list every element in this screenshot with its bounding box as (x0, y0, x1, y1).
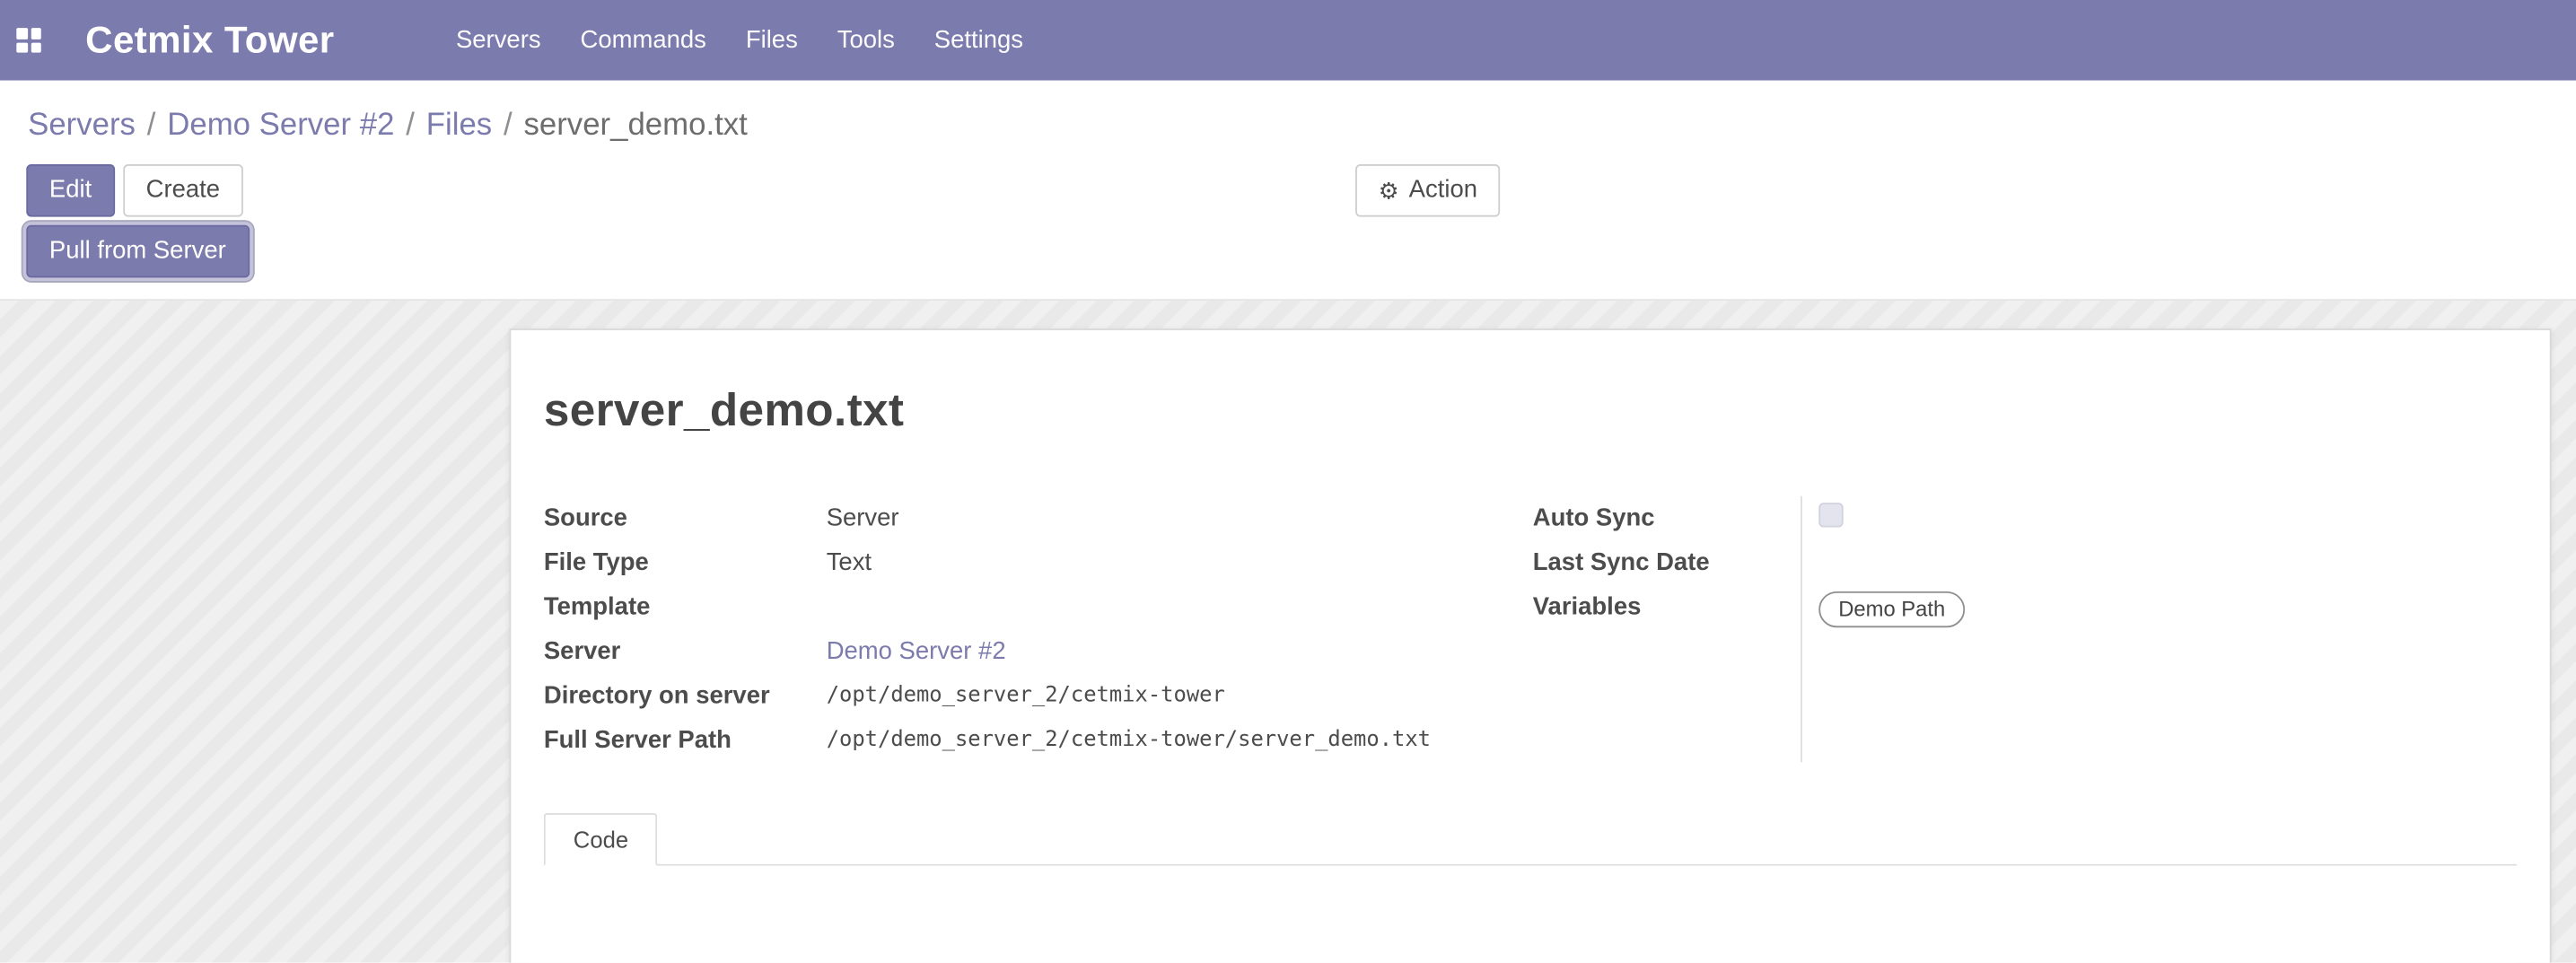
field-label: Template (544, 585, 827, 629)
field-value: Server (827, 496, 899, 540)
breadcrumb: Servers/Demo Server #2/Files/server_demo… (0, 81, 2576, 146)
right-values-column: Demo Path (1801, 496, 2517, 763)
record-title: server_demo.txt (544, 384, 2517, 437)
breadcrumb-current: server_demo.txt (523, 109, 747, 143)
menu-tools[interactable]: Tools (818, 0, 915, 81)
breadcrumb-separator: / (136, 109, 167, 143)
tab-code[interactable]: Code (544, 813, 658, 866)
field-label: Server (544, 629, 827, 673)
field-template: Template (544, 585, 1533, 629)
top-navbar: Cetmix Tower Servers Commands Files Tool… (0, 0, 2576, 81)
auto-sync-checkbox[interactable] (1818, 503, 1843, 527)
field-label: Variables (1533, 585, 1801, 629)
breadcrumb-demo-server[interactable]: Demo Server #2 (167, 109, 394, 143)
form-view-background: server_demo.txt Source Server File Type … (0, 299, 2576, 962)
field-value: /opt/demo_server_2/cetmix-tower (827, 673, 1225, 717)
field-file-type: File Type Text (544, 540, 1533, 584)
menu-files[interactable]: Files (726, 0, 818, 81)
variable-tag: Demo Path (1818, 591, 1965, 627)
field-directory-on-server: Directory on server /opt/demo_server_2/c… (544, 673, 1533, 717)
apps-icon-square (31, 42, 41, 53)
app-title: Cetmix Tower (85, 18, 334, 62)
form-sheet: server_demo.txt Source Server File Type … (509, 328, 2551, 963)
menu-servers[interactable]: Servers (436, 0, 561, 81)
pull-from-server-button[interactable]: Pull from Server (26, 225, 249, 278)
gear-icon: ⚙ (1379, 179, 1399, 203)
breadcrumb-servers[interactable]: Servers (28, 109, 136, 143)
field-label: Auto Sync (1533, 496, 1801, 540)
breadcrumb-separator: / (492, 109, 523, 143)
menu-settings[interactable]: Settings (915, 0, 1043, 81)
menu-commands[interactable]: Commands (561, 0, 726, 81)
field-server: Server Demo Server #2 (544, 629, 1533, 673)
app-window: Cetmix Tower Servers Commands Files Tool… (0, 0, 2576, 963)
apps-menu-icon[interactable] (16, 28, 40, 52)
field-last-sync-date-value (1818, 540, 2517, 584)
apps-icon-square (16, 42, 27, 53)
field-value: Text (827, 540, 872, 584)
action-button-label: Action (1409, 174, 1477, 207)
server-link[interactable]: Demo Server #2 (827, 629, 1006, 673)
field-label: Full Server Path (544, 718, 827, 762)
field-label: Source (544, 496, 827, 540)
button-row: Edit Create ⚙ Action (0, 146, 2576, 217)
field-label: Directory on server (544, 673, 827, 717)
field-value: /opt/demo_server_2/cetmix-tower/server_d… (827, 718, 1431, 762)
edit-button[interactable]: Edit (26, 164, 115, 217)
control-panel: Servers/Demo Server #2/Files/server_demo… (0, 81, 2576, 299)
code-tab-content (544, 866, 2517, 963)
field-groups: Source Server File Type Text Template Se… (544, 496, 2517, 763)
apps-icon-square (16, 28, 27, 39)
header-buttons-bar: Pull from Server (0, 217, 2576, 300)
action-button[interactable]: ⚙ Action (1355, 164, 1501, 217)
field-source: Source Server (544, 496, 1533, 540)
field-label: Last Sync Date (1533, 540, 1801, 584)
field-variables-value: Demo Path (1818, 585, 2517, 629)
field-auto-sync-value (1818, 496, 2517, 540)
create-button[interactable]: Create (123, 164, 243, 217)
field-label: File Type (544, 540, 827, 584)
right-labels-column: Auto Sync Last Sync Date Variables (1533, 496, 1801, 763)
breadcrumb-separator: / (394, 109, 425, 143)
right-field-group: Auto Sync Last Sync Date Variables Demo … (1533, 496, 2517, 763)
breadcrumb-files[interactable]: Files (426, 109, 492, 143)
field-full-server-path: Full Server Path /opt/demo_server_2/cetm… (544, 718, 1533, 762)
left-field-group: Source Server File Type Text Template Se… (544, 496, 1533, 763)
apps-icon-square (31, 28, 41, 39)
notebook-tabs: Code (544, 813, 2517, 866)
main-menu: Servers Commands Files Tools Settings (436, 0, 1043, 81)
